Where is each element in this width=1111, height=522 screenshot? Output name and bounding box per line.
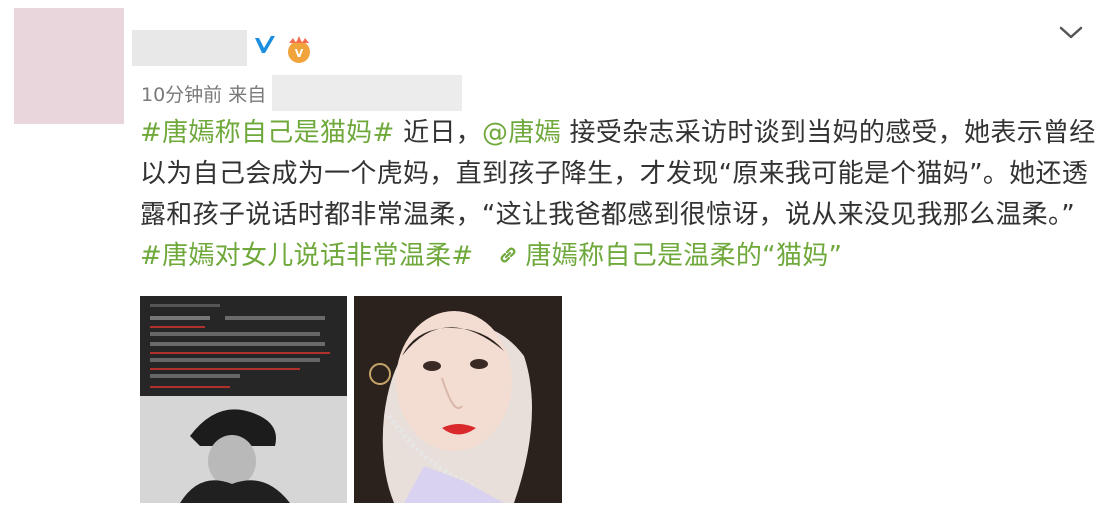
post-meta: 10分钟前 来自 <box>141 75 463 111</box>
hashtag-gentle-with-daughter[interactable]: #唐嫣对女儿说话非常温柔# <box>140 241 473 271</box>
vip-crown-icon[interactable]: V <box>283 34 315 64</box>
svg-text:V: V <box>295 47 304 60</box>
chevron-down-icon[interactable] <box>1057 20 1085 44</box>
link-chain-icon <box>497 238 519 263</box>
source-redacted[interactable] <box>272 75 463 111</box>
mention-tangyan[interactable]: @唐嫣 <box>482 118 561 148</box>
post-time[interactable]: 10分钟前 <box>141 80 222 107</box>
content-line-1: #唐嫣称自己是猫妈# 近日，@唐嫣 接受杂志采访时谈到当妈的感受，她表示曾经 <box>140 113 1100 154</box>
username-redacted[interactable] <box>132 30 247 66</box>
article-link[interactable]: 唐嫣称自己是温柔的“猫妈” <box>525 241 842 271</box>
content-text: 接受杂志采访时谈到当妈的感受，她表示曾经 <box>560 118 1096 148</box>
weibo-post: V 10分钟前 来自 #唐嫣称自己是猫妈# 近日，@唐嫣 接受杂志采访时谈到当妈… <box>0 0 1111 522</box>
post-image-portrait[interactable] <box>354 296 562 503</box>
post-image-magazine[interactable] <box>140 296 347 503</box>
hashtag-tangyan-cat-mom[interactable]: #唐嫣称自己是猫妈# <box>140 118 395 148</box>
content-line-4: #唐嫣对女儿说话非常温柔# 唐嫣称自己是温柔的“猫妈” <box>140 236 1100 277</box>
content-text: 近日， <box>394 118 483 148</box>
avatar[interactable] <box>14 8 124 124</box>
verified-v-icon <box>252 33 278 59</box>
content-line-2: 以为自己会成为一个虎妈，直到孩子降生，才发现“原来我可能是个猫妈”。她还透 <box>140 159 1089 189</box>
post-content: #唐嫣称自己是猫妈# 近日，@唐嫣 接受杂志采访时谈到当妈的感受，她表示曾经 以… <box>140 113 1100 277</box>
content-line-3: 露和孩子说话时都非常温柔，“这让我爸都感到很惊讶，说从来没见我那么温柔。” <box>140 200 1076 230</box>
source-label: 来自 <box>228 83 267 106</box>
